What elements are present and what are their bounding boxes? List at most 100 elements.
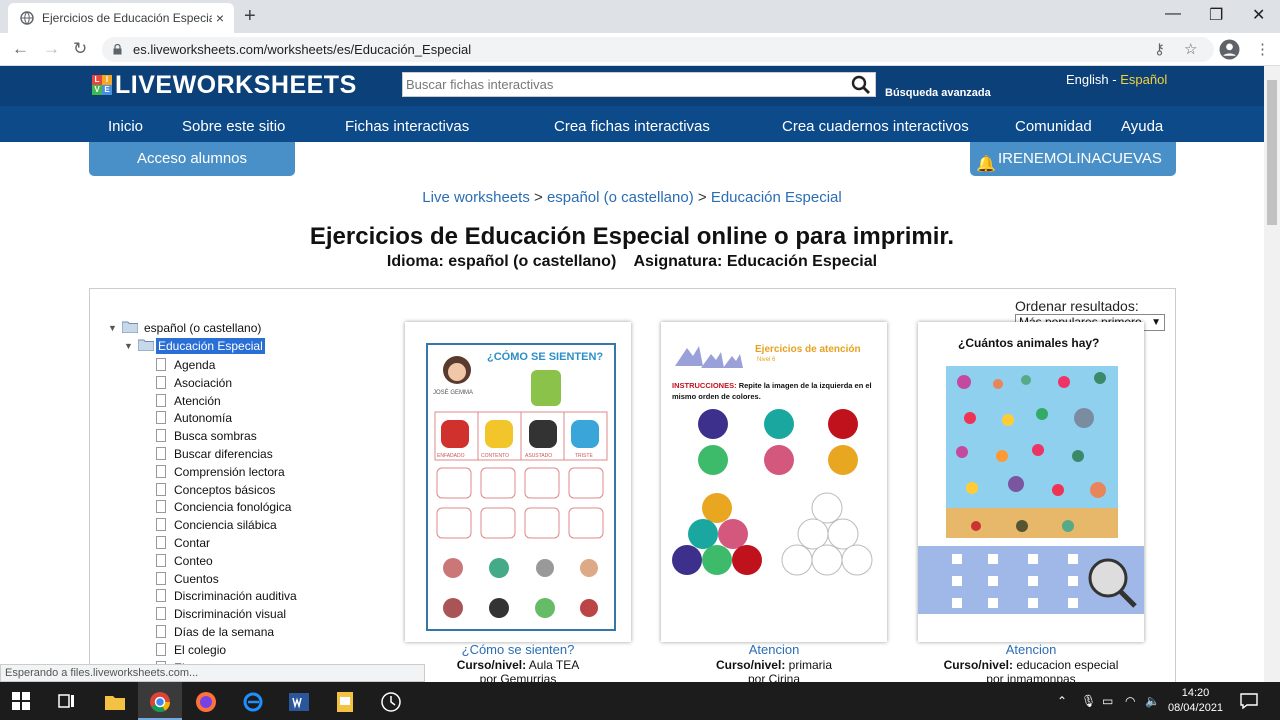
internet-explorer-icon[interactable] xyxy=(242,691,264,713)
file-explorer-icon[interactable] xyxy=(104,691,126,713)
new-tab-button[interactable]: + xyxy=(244,5,256,28)
profile-icon[interactable] xyxy=(1219,39,1240,60)
page-icon xyxy=(156,375,166,389)
page-scrollbar[interactable] xyxy=(1264,66,1280,682)
advanced-search-link[interactable]: Búsqueda avanzada xyxy=(885,87,991,99)
worksheet-card-1[interactable]: ¿CÓMO SE SIENTEN? JOSÉ GEMMA ENFADADO CO… xyxy=(405,322,631,642)
page-icon xyxy=(156,607,166,621)
task-view-icon[interactable] xyxy=(58,693,76,709)
chevron-down-icon: ▼ xyxy=(1151,317,1161,328)
thumb-title-2: Ejercicios de atención xyxy=(755,344,861,355)
battery-icon[interactable]: ▭ xyxy=(1102,694,1113,708)
tree-root[interactable]: español (o castellano) xyxy=(144,320,261,336)
menu-fichas[interactable]: Fichas interactivas xyxy=(345,118,469,135)
scrollbar-thumb[interactable] xyxy=(1267,80,1277,225)
tree-item[interactable]: Busca sombras xyxy=(174,428,257,444)
worksheet-card-2[interactable]: Ejercicios de atención Nivel 6 INSTRUCCI… xyxy=(661,322,887,642)
clock-app-icon[interactable] xyxy=(380,691,402,713)
reload-icon[interactable]: ↻ xyxy=(73,39,87,59)
tree-item[interactable]: Asociación xyxy=(174,375,232,391)
breadcrumb-language[interactable]: español (o castellano) xyxy=(547,189,694,206)
card-title-2[interactable]: Atencion xyxy=(661,642,887,657)
tree-selected[interactable]: Educación Especial xyxy=(156,338,265,354)
close-window-icon[interactable]: ✕ xyxy=(1252,5,1265,25)
expand-caret-icon[interactable]: ▼ xyxy=(108,323,117,333)
word-icon[interactable] xyxy=(288,691,310,713)
menu-ayuda[interactable]: Ayuda xyxy=(1121,118,1163,135)
browser-status-bar: Esperando a files.liveworksheets.com... xyxy=(0,664,425,682)
expand-caret-icon[interactable]: ▼ xyxy=(124,341,133,351)
breadcrumb-subject[interactable]: Educación Especial xyxy=(711,189,842,206)
forward-icon[interactable]: → xyxy=(43,39,60,59)
chrome-icon[interactable] xyxy=(149,691,171,713)
tree-item[interactable]: Discriminación visual xyxy=(174,606,286,622)
lang-english-link[interactable]: English xyxy=(1066,72,1109,87)
microphone-icon[interactable]: 🎙 xyxy=(1081,694,1096,708)
page-icon xyxy=(156,464,166,478)
firefox-icon[interactable] xyxy=(195,691,217,713)
tree-item[interactable]: Buscar diferencias xyxy=(174,446,273,462)
url-field[interactable]: es.liveworksheets.com/worksheets/es/Educ… xyxy=(102,37,1214,62)
tree-item[interactable]: Conciencia silábica xyxy=(174,517,277,533)
menu-comunidad[interactable]: Comunidad xyxy=(1015,118,1092,135)
tree-item[interactable]: Comprensión lectora xyxy=(174,464,285,480)
bell-icon[interactable]: 🔔 xyxy=(976,148,996,181)
minimize-icon[interactable]: — xyxy=(1165,5,1181,23)
tree-item[interactable]: Discriminación auditiva xyxy=(174,588,297,604)
tree-item[interactable]: Conteo xyxy=(174,553,213,569)
browser-tab[interactable]: Ejercicios de Educación Especial × xyxy=(8,3,234,33)
page-icon xyxy=(156,429,166,443)
volume-icon[interactable]: 🔈 xyxy=(1145,694,1160,708)
key-icon[interactable]: ⚷ xyxy=(1154,40,1165,58)
windows-start-icon[interactable] xyxy=(12,692,30,710)
menu-sobre[interactable]: Sobre este sitio xyxy=(182,118,285,135)
breadcrumb-home[interactable]: Live worksheets xyxy=(422,189,530,206)
card-title-3[interactable]: Atencion xyxy=(918,642,1144,657)
page-icon xyxy=(156,393,166,407)
card-title-1[interactable]: ¿Cómo se sienten? xyxy=(405,642,631,657)
tree-item[interactable]: Agenda xyxy=(174,357,215,373)
lock-icon xyxy=(113,44,122,55)
page-icon xyxy=(156,536,166,549)
sort-label: Ordenar resultados: xyxy=(1015,298,1139,314)
tree-item[interactable]: Conciencia fonológica xyxy=(174,499,291,515)
menu-inicio[interactable]: Inicio xyxy=(108,118,143,135)
lang-spanish-link[interactable]: Español xyxy=(1120,72,1167,87)
student-access-button[interactable]: Acceso alumnos xyxy=(89,142,295,176)
worksheet-card-3[interactable]: ¿Cuántos animales hay? xyxy=(918,322,1144,642)
menu-crea-cuadernos[interactable]: Crea cuadernos interactivos xyxy=(782,118,969,135)
tree-item[interactable]: Días de la semana xyxy=(174,624,274,640)
thumb-title-1: ¿CÓMO SE SIENTEN? xyxy=(487,351,604,363)
tree-item[interactable]: El colegio xyxy=(174,642,226,658)
wifi-icon[interactable]: ◠ xyxy=(1125,694,1135,708)
tree-item[interactable]: Autonomía xyxy=(174,410,232,426)
language-switcher: English - Español xyxy=(1066,72,1167,87)
notifications-icon[interactable] xyxy=(1240,692,1258,710)
document-app-icon[interactable] xyxy=(334,691,356,713)
back-icon[interactable]: ← xyxy=(12,39,29,59)
menu-dots-icon[interactable]: ⋮ xyxy=(1255,40,1270,58)
close-tab-icon[interactable]: × xyxy=(216,10,224,26)
search-icon[interactable] xyxy=(851,75,871,95)
menu-crea-fichas[interactable]: Crea fichas interactivas xyxy=(554,118,710,135)
site-logo[interactable]: L I V E LIVEWORKSHEETS xyxy=(92,71,357,99)
search-input[interactable]: Buscar fichas interactivas xyxy=(402,72,876,97)
thumb-instructions-2: INSTRUCCIONES: Repite la imagen de la iz… xyxy=(672,381,872,401)
page-icon xyxy=(156,518,166,532)
site-header: L I V E LIVEWORKSHEETS Buscar fichas int… xyxy=(0,66,1264,142)
maximize-icon[interactable]: ❐ xyxy=(1209,5,1223,25)
globe-icon xyxy=(20,11,34,25)
address-bar-row: ← → ↻ es.liveworksheets.com/worksheets/e… xyxy=(0,33,1280,66)
system-clock[interactable]: 14:20 08/04/2021 xyxy=(1168,686,1223,716)
worksheet-thumbnail-3 xyxy=(918,366,1144,614)
star-icon[interactable]: ☆ xyxy=(1184,40,1197,58)
worksheet-thumbnail-2 xyxy=(672,346,873,576)
tree-item[interactable]: Conceptos básicos xyxy=(174,482,275,498)
tree-item[interactable]: Atención xyxy=(174,393,221,409)
tree-item[interactable]: Contar xyxy=(174,535,210,551)
page-icon xyxy=(156,553,166,567)
tray-chevron-icon[interactable]: ⌃ xyxy=(1057,694,1067,708)
tree-item[interactable]: Cuentos xyxy=(174,571,219,587)
page-icon xyxy=(156,625,166,638)
user-menu-button[interactable]: 🔔 IRENEMOLINACUEVAS xyxy=(970,142,1176,176)
